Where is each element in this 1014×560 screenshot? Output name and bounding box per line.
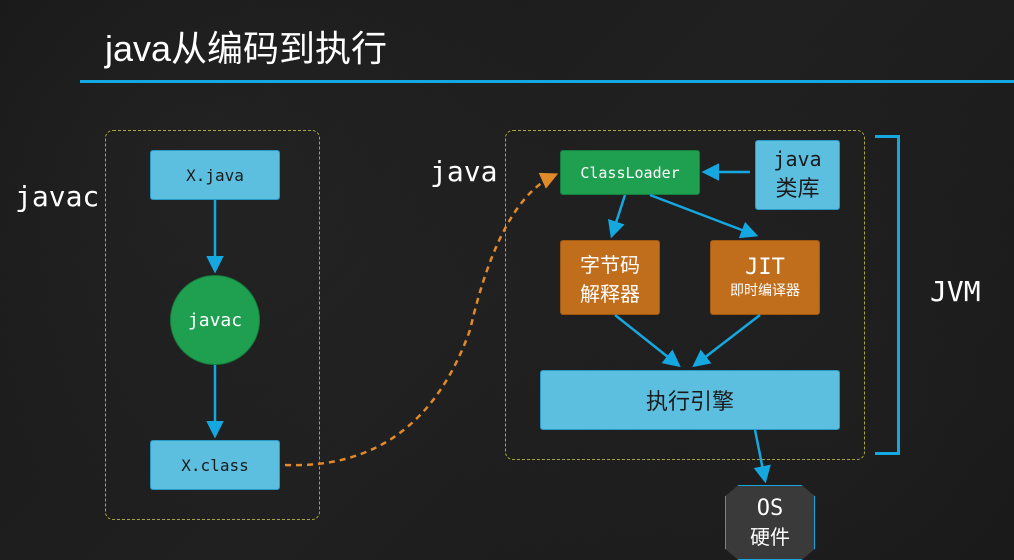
execution-engine-label: 执行引擎 — [646, 384, 734, 416]
os-line2: 硬件 — [750, 521, 790, 550]
jit-box: JIT 即时编译器 — [710, 240, 820, 315]
source-file-box: X.java — [150, 150, 280, 200]
jit-line1: JIT — [745, 255, 785, 280]
javac-group-label: javac — [15, 180, 99, 213]
classloader-label: ClassLoader — [580, 164, 679, 182]
jvm-label: JVM — [930, 275, 981, 308]
java-library-line1: java — [773, 147, 821, 171]
execution-engine-box: 执行引擎 — [540, 370, 840, 430]
java-library-box: java 类库 — [755, 140, 840, 210]
os-hardware-box: OS 硬件 — [725, 485, 815, 560]
jit-line2: 即时编译器 — [730, 280, 800, 300]
class-file-box: X.class — [150, 440, 280, 490]
javac-compiler-circle: javac — [170, 275, 260, 365]
interpreter-line2: 解释器 — [580, 278, 640, 307]
java-library-line2: 类库 — [775, 171, 819, 203]
java-group-label: java — [430, 155, 497, 188]
title-underline — [80, 80, 1014, 83]
interpreter-box: 字节码 解释器 — [560, 240, 660, 315]
classloader-box: ClassLoader — [560, 150, 700, 195]
javac-compiler-label: javac — [188, 310, 242, 331]
class-file-label: X.class — [181, 456, 248, 475]
interpreter-line1: 字节码 — [580, 249, 640, 278]
page-title: java从编码到执行 — [105, 20, 387, 72]
jvm-bracket — [875, 135, 900, 455]
os-line1: OS — [757, 496, 784, 521]
source-file-label: X.java — [186, 166, 244, 185]
